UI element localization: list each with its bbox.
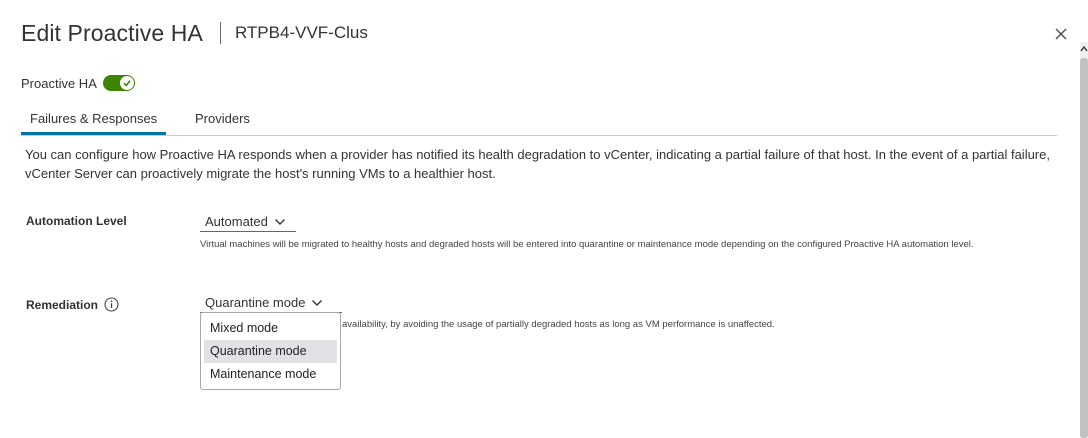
proactive-ha-toggle[interactable]	[102, 75, 135, 91]
chevron-down-icon	[274, 218, 285, 225]
remediation-hint: availability, by avoiding the usage of p…	[342, 319, 775, 330]
toggle-label: Proactive HA	[21, 75, 97, 91]
remediation-label-row: Remediation	[26, 297, 119, 312]
chevron-down-icon	[312, 299, 323, 306]
cluster-name: RTPB4-VVF-Clus	[234, 23, 368, 42]
automation-level-value: Automated	[205, 214, 268, 229]
remediation-label: Remediation	[26, 297, 99, 312]
scroll-up-arrow-icon[interactable]	[1080, 42, 1088, 54]
proactive-ha-toggle-row: Proactive HA	[21, 75, 135, 91]
option-quarantine-mode[interactable]: Quarantine mode	[204, 340, 337, 363]
title-separator	[219, 22, 221, 44]
automation-level-hint: Virtual machines will be migrated to hea…	[200, 239, 974, 250]
remediation-value: Quarantine mode	[205, 295, 306, 310]
info-icon[interactable]	[104, 297, 119, 312]
dialog-header: Edit Proactive HA RTPB4-VVF-Clus	[21, 18, 368, 48]
tab-failures-responses[interactable]: Failures & Responses	[21, 111, 167, 135]
scrollbar-thumb[interactable]	[1080, 58, 1088, 438]
option-maintenance-mode[interactable]: Maintenance mode	[204, 363, 337, 386]
automation-level-label: Automation Level	[26, 214, 127, 228]
automation-level-select[interactable]: Automated	[200, 212, 296, 232]
remediation-select[interactable]: Quarantine mode	[200, 293, 342, 313]
option-mixed-mode[interactable]: Mixed mode	[204, 317, 337, 340]
description-text: You can configure how Proactive HA respo…	[25, 147, 1050, 181]
tab-providers[interactable]: Providers	[186, 111, 259, 135]
tab-bar: Failures & Responses Providers	[21, 104, 1057, 136]
close-icon[interactable]	[1050, 22, 1072, 44]
remediation-dropdown-menu: Mixed mode Quarantine mode Maintenance m…	[200, 312, 341, 390]
dialog-title: Edit Proactive HA	[21, 20, 203, 46]
check-icon	[119, 76, 134, 90]
